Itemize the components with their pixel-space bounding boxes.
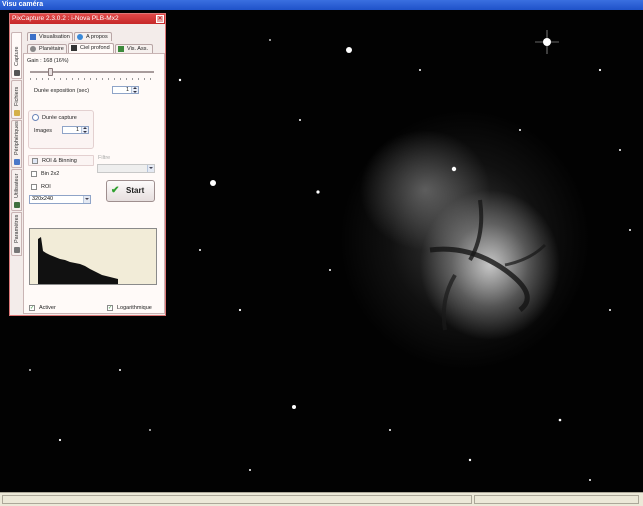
side-tab-label: Utilisateur (14, 173, 20, 198)
tab-label: Vis. Ass. (127, 46, 148, 52)
gain-slider-thumb[interactable] (47, 68, 53, 76)
pixcapture-title: PixCapture 2.3.0.2 : i-Nova PLB-Mx2 (12, 15, 119, 22)
side-tab-utilisateur[interactable]: Utilisateur (11, 169, 22, 211)
tab-planetaire[interactable]: Planétaire (27, 44, 67, 53)
gain-slider-ticks (30, 78, 154, 80)
close-icon: ✕ (157, 16, 163, 22)
status-bar (0, 492, 643, 506)
side-tab-label: Paramètres (14, 214, 20, 243)
start-button[interactable]: ✔ Start (106, 180, 155, 202)
camera-icon (14, 70, 20, 76)
duration-radio[interactable] (32, 114, 39, 121)
planet-icon (30, 46, 36, 52)
device-icon (14, 159, 20, 165)
tab-label: A propos (86, 34, 108, 40)
checkmark-icon: ✓ (108, 305, 113, 311)
exposure-spinner[interactable]: 1 (112, 86, 139, 94)
tab-label: Visualisation (39, 34, 70, 40)
side-tab-peripheriques[interactable]: Périphériques (11, 120, 22, 168)
pixcapture-titlebar[interactable]: PixCapture 2.3.0.2 : i-Nova PLB-Mx2 (10, 14, 165, 24)
pixcapture-window: PixCapture 2.3.0.2 : i-Nova PLB-Mx2 ✕ Ca… (9, 13, 166, 316)
resolution-value: 320x240 (32, 196, 54, 202)
checkmark-icon: ✓ (30, 305, 35, 311)
tab-label: Planétaire (39, 46, 64, 52)
ciel-profond-panel: Gain : 168 (16%) Durée exposition (sec) … (23, 53, 165, 314)
spinner-arrows-icon[interactable] (81, 127, 88, 133)
histogram (29, 228, 157, 285)
side-tab-capture[interactable]: Capture (11, 32, 22, 79)
folder-icon (14, 110, 20, 116)
capture-duration-group: Durée capture Images 1 (28, 110, 94, 149)
chevron-down-icon[interactable] (83, 196, 90, 203)
assisted-view-icon (118, 46, 124, 52)
log-checkbox[interactable]: ✓ (107, 305, 113, 311)
spinner-arrows-icon[interactable] (131, 87, 138, 93)
tab-vis-ass[interactable]: Vis. Ass. (115, 44, 153, 53)
activate-checkbox[interactable]: ✓ (29, 305, 35, 311)
monitor-icon (30, 34, 36, 40)
histogram-plot (38, 237, 118, 284)
check-icon: ✔ (111, 185, 120, 196)
roi-binning-label: ROI & Binning (42, 158, 77, 164)
log-label: Logarithmique (117, 305, 152, 311)
start-label: Start (126, 186, 145, 195)
chevron-down-icon[interactable] (147, 165, 154, 172)
settings-icon (14, 247, 20, 253)
side-tab-label: Périphériques (14, 121, 20, 155)
bin-checkbox[interactable] (31, 171, 37, 177)
activate-label: Activer (39, 305, 56, 311)
side-tab-parametres[interactable]: Paramètres (11, 212, 22, 256)
roi-label: ROI (41, 184, 51, 190)
tab-visualisation[interactable]: Visualisation (27, 32, 73, 41)
side-tab-label: Fichiers (14, 86, 20, 106)
roi-binning-header: ROI & Binning (28, 155, 94, 166)
images-value: 1 (75, 127, 79, 133)
images-label: Images (34, 128, 53, 134)
duration-capture-label: Durée capture (42, 115, 77, 121)
user-icon (14, 202, 20, 208)
close-button[interactable]: ✕ (156, 15, 164, 23)
tab-label: Ciel profond (80, 45, 110, 51)
tab-a-propos[interactable]: A propos (74, 32, 112, 41)
exposure-value: 1 (125, 87, 129, 93)
deep-sky-icon (71, 45, 77, 51)
camera-window-title: Visu caméra (2, 1, 44, 8)
tab-ciel-profond[interactable]: Ciel profond (68, 43, 114, 53)
camera-window-titlebar: Visu caméra (0, 0, 643, 10)
resolution-select[interactable]: 320x240 (29, 195, 91, 204)
side-tab-label: Capture (14, 46, 20, 66)
side-tab-fichiers[interactable]: Fichiers (11, 80, 22, 119)
gain-label: Gain : 168 (16%) (27, 58, 69, 64)
filter-label: Filtre (98, 155, 111, 161)
filter-select[interactable] (97, 164, 155, 173)
exposure-label: Durée exposition (sec) (34, 88, 90, 94)
roi-binning-checkbox[interactable] (32, 158, 38, 164)
info-icon (77, 34, 83, 40)
bin-label: Bin 2x2 (41, 171, 60, 177)
roi-checkbox[interactable] (31, 184, 37, 190)
images-spinner[interactable]: 1 (62, 126, 89, 134)
status-pane (2, 495, 472, 504)
status-pane (474, 495, 639, 504)
